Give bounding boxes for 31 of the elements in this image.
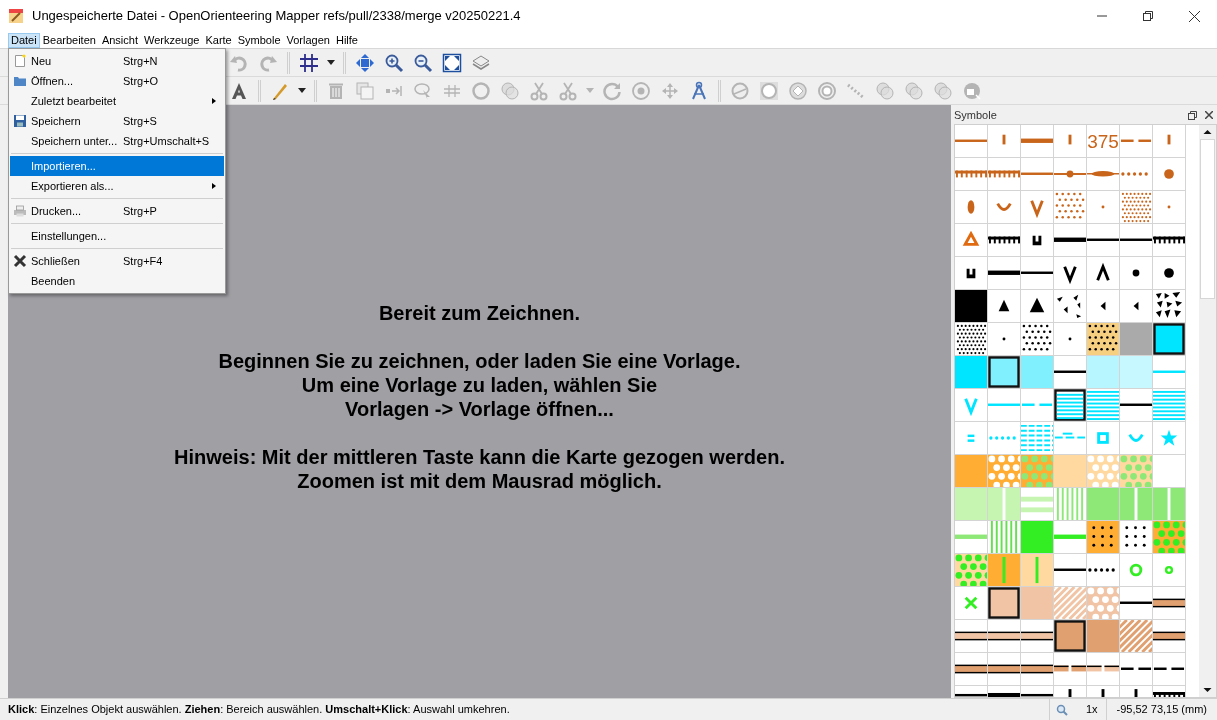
menu-item[interactable]: Ansicht	[98, 33, 141, 48]
canvas-message: Zoomen ist mit dem Mausrad möglich.	[297, 468, 662, 493]
menu-item[interactable]: Drucken... Strg+P	[10, 201, 224, 221]
canvas-message: Vorlagen -> Vorlage öffnen...	[345, 396, 614, 421]
menu-item[interactable]: Hilfe	[332, 33, 361, 48]
menu-item[interactable]: Beenden	[10, 271, 224, 291]
menu-item[interactable]: Schließen Strg+F4	[10, 251, 224, 271]
panel-title: Symbole	[954, 107, 997, 123]
menu-item[interactable]: Vorlagen	[283, 33, 333, 48]
menu-item[interactable]: Speichern unter... Strg+Umschalt+S	[10, 131, 224, 151]
symbol-label[interactable]: 375	[1087, 131, 1119, 151]
menu-item[interactable]: Importieren...	[10, 156, 224, 176]
menu-item[interactable]: Datei	[8, 33, 40, 48]
menu-item[interactable]: Einstellungen...	[10, 226, 224, 246]
canvas-message: Um eine Vorlage zu laden, wählen Sie	[301, 372, 658, 397]
status-message: Klick: Einzelnes Objekt auswählen. Ziehen: Bereich auswählen. Umschalt+Klick: Auswahl umkehren.	[7, 702, 510, 718]
menu-item[interactable]: Karte	[202, 33, 235, 48]
zoom-level: 1x	[1085, 702, 1098, 718]
canvas-message: Hinweis: Mit der mittleren Taste kann die Karte gezogen werden.	[174, 444, 785, 469]
menu-item[interactable]: Symbole	[234, 33, 284, 48]
canvas-message: Bereit zum Zeichnen.	[378, 300, 581, 325]
menu-item[interactable]: Neu Strg+N	[10, 51, 224, 71]
menu-item[interactable]: Öffnen... Strg+O	[10, 71, 224, 91]
menu-item[interactable]: Exportieren als...	[10, 176, 224, 196]
canvas-message: Beginnen Sie zu zeichnen, oder laden Sie eine Vorlage.	[218, 348, 741, 373]
coordinates: -95,52 73,15 (mm)	[1105, 699, 1217, 720]
menu-item[interactable]: Speichern Strg+S	[10, 111, 224, 131]
menu-item[interactable]: Bearbeiten	[39, 33, 99, 48]
menu-item[interactable]: Werkzeuge	[141, 33, 203, 48]
window-title: Ungespeicherte Datei - OpenOrienteering Mapper refs/pull/2338/merge v20250221.4	[32, 7, 521, 26]
menu-item[interactable]: Zuletzt bearbeitet	[10, 91, 224, 111]
